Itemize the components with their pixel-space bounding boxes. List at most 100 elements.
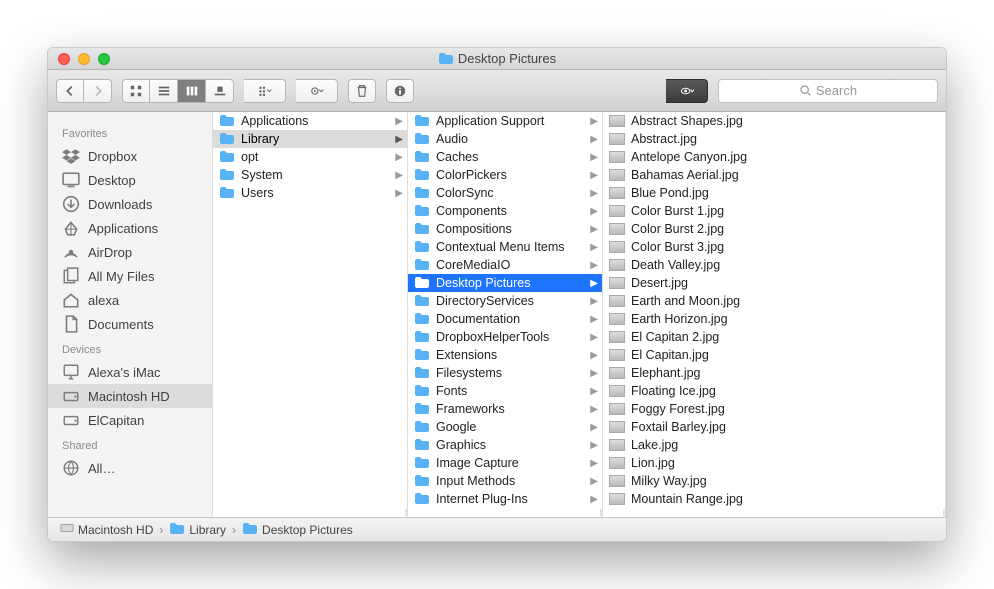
folder-item-components[interactable]: Components▶ bbox=[408, 202, 602, 220]
breadcrumb-library[interactable]: Library bbox=[169, 522, 226, 538]
folder-item-applications[interactable]: Applications▶ bbox=[213, 112, 407, 130]
list-view-button[interactable] bbox=[150, 79, 178, 103]
file-item-bahamas-aerial-jpg[interactable]: Bahamas Aerial.jpg bbox=[603, 166, 945, 184]
folder-item-filesystems[interactable]: Filesystems▶ bbox=[408, 364, 602, 382]
folder-item-image-capture[interactable]: Image Capture▶ bbox=[408, 454, 602, 472]
sidebar-item-alexa-s-imac[interactable]: Alexa's iMac bbox=[48, 360, 212, 384]
file-item-color-burst-2-jpg[interactable]: Color Burst 2.jpg bbox=[603, 220, 945, 238]
folder-item-desktop-pictures[interactable]: Desktop Pictures▶ bbox=[408, 274, 602, 292]
back-button[interactable] bbox=[56, 79, 84, 103]
file-item-el-capitan-jpg[interactable]: El Capitan.jpg bbox=[603, 346, 945, 364]
breadcrumb-desktop-pictures[interactable]: Desktop Pictures bbox=[242, 522, 353, 538]
get-info-button[interactable] bbox=[386, 79, 414, 103]
coverflow-view-button[interactable] bbox=[206, 79, 234, 103]
item-label: Applications bbox=[241, 114, 389, 128]
file-item-abstract-jpg[interactable]: Abstract.jpg bbox=[603, 130, 945, 148]
file-item-foggy-forest-jpg[interactable]: Foggy Forest.jpg bbox=[603, 400, 945, 418]
column-list[interactable]: Applications▶Library▶opt▶System▶Users▶ bbox=[213, 112, 407, 507]
breadcrumb-macintosh-hd[interactable]: Macintosh HD bbox=[60, 522, 153, 537]
file-item-death-valley-jpg[interactable]: Death Valley.jpg bbox=[603, 256, 945, 274]
item-label: Death Valley.jpg bbox=[631, 258, 941, 272]
column-resize-handle[interactable]: || bbox=[408, 507, 602, 517]
search-field[interactable]: Search bbox=[718, 79, 938, 103]
image-file-icon bbox=[609, 403, 625, 415]
columns-icon bbox=[185, 84, 199, 98]
sidebar-item-downloads[interactable]: Downloads bbox=[48, 192, 212, 216]
file-item-color-burst-3-jpg[interactable]: Color Burst 3.jpg bbox=[603, 238, 945, 256]
folder-item-system[interactable]: System▶ bbox=[213, 166, 407, 184]
file-item-lion-jpg[interactable]: Lion.jpg bbox=[603, 454, 945, 472]
item-label: System bbox=[241, 168, 389, 182]
sidebar-item-documents[interactable]: Documents bbox=[48, 312, 212, 336]
hdd-icon bbox=[60, 522, 74, 537]
file-item-floating-ice-jpg[interactable]: Floating Ice.jpg bbox=[603, 382, 945, 400]
item-label: Blue Pond.jpg bbox=[631, 186, 941, 200]
file-item-antelope-canyon-jpg[interactable]: Antelope Canyon.jpg bbox=[603, 148, 945, 166]
coverflow-icon bbox=[213, 84, 227, 98]
folder-item-colorsync[interactable]: ColorSync▶ bbox=[408, 184, 602, 202]
folder-icon bbox=[414, 186, 430, 200]
folder-item-extensions[interactable]: Extensions▶ bbox=[408, 346, 602, 364]
folder-icon bbox=[414, 132, 430, 146]
file-item-abstract-shapes-jpg[interactable]: Abstract Shapes.jpg bbox=[603, 112, 945, 130]
folder-item-compositions[interactable]: Compositions▶ bbox=[408, 220, 602, 238]
item-label: opt bbox=[241, 150, 389, 164]
folder-item-documentation[interactable]: Documentation▶ bbox=[408, 310, 602, 328]
folder-item-opt[interactable]: opt▶ bbox=[213, 148, 407, 166]
folder-item-contextual-menu-items[interactable]: Contextual Menu Items▶ bbox=[408, 238, 602, 256]
sidebar-item-dropbox[interactable]: Dropbox bbox=[48, 144, 212, 168]
folder-item-input-methods[interactable]: Input Methods▶ bbox=[408, 472, 602, 490]
folder-item-audio[interactable]: Audio▶ bbox=[408, 130, 602, 148]
folder-item-colorpickers[interactable]: ColorPickers▶ bbox=[408, 166, 602, 184]
file-item-earth-and-moon-jpg[interactable]: Earth and Moon.jpg bbox=[603, 292, 945, 310]
folder-item-internet-plug-ins[interactable]: Internet Plug-Ins▶ bbox=[408, 490, 602, 507]
file-item-lake-jpg[interactable]: Lake.jpg bbox=[603, 436, 945, 454]
column-list[interactable]: Abstract Shapes.jpgAbstract.jpgAntelope … bbox=[603, 112, 945, 507]
file-item-blue-pond-jpg[interactable]: Blue Pond.jpg bbox=[603, 184, 945, 202]
file-item-milky-way-jpg[interactable]: Milky Way.jpg bbox=[603, 472, 945, 490]
arrange-button[interactable] bbox=[244, 79, 286, 103]
file-item-elephant-jpg[interactable]: Elephant.jpg bbox=[603, 364, 945, 382]
view-mode-buttons bbox=[122, 79, 234, 103]
folder-icon bbox=[242, 522, 258, 538]
folder-item-fonts[interactable]: Fonts▶ bbox=[408, 382, 602, 400]
column-resize-handle[interactable]: || bbox=[213, 507, 407, 517]
icon-view-button[interactable] bbox=[122, 79, 150, 103]
folder-item-frameworks[interactable]: Frameworks▶ bbox=[408, 400, 602, 418]
sidebar-item-elcapitan[interactable]: ElCapitan bbox=[48, 408, 212, 432]
folder-item-users[interactable]: Users▶ bbox=[213, 184, 407, 202]
forward-button[interactable] bbox=[84, 79, 112, 103]
trash-button[interactable] bbox=[348, 79, 376, 103]
folder-item-library[interactable]: Library▶ bbox=[213, 130, 407, 148]
folder-item-google[interactable]: Google▶ bbox=[408, 418, 602, 436]
folder-item-graphics[interactable]: Graphics▶ bbox=[408, 436, 602, 454]
action-menu-button[interactable] bbox=[296, 79, 338, 103]
column-list[interactable]: Application Support▶Audio▶Caches▶ColorPi… bbox=[408, 112, 602, 507]
folder-item-coremediaio[interactable]: CoreMediaIO▶ bbox=[408, 256, 602, 274]
file-item-desert-jpg[interactable]: Desert.jpg bbox=[603, 274, 945, 292]
folder-item-caches[interactable]: Caches▶ bbox=[408, 148, 602, 166]
file-item-earth-horizon-jpg[interactable]: Earth Horizon.jpg bbox=[603, 310, 945, 328]
folder-item-directoryservices[interactable]: DirectoryServices▶ bbox=[408, 292, 602, 310]
sidebar-item-macintosh-hd[interactable]: Macintosh HD bbox=[48, 384, 212, 408]
chevron-right-icon: ▶ bbox=[590, 188, 598, 199]
sidebar-item-applications[interactable]: Applications bbox=[48, 216, 212, 240]
sidebar-item-all-[interactable]: All… bbox=[48, 456, 212, 480]
file-item-mountain-range-jpg[interactable]: Mountain Range.jpg bbox=[603, 490, 945, 507]
folder-icon bbox=[414, 366, 430, 380]
file-item-foxtail-barley-jpg[interactable]: Foxtail Barley.jpg bbox=[603, 418, 945, 436]
sidebar-item-all-my-files[interactable]: All My Files bbox=[48, 264, 212, 288]
sidebar-item-airdrop[interactable]: AirDrop bbox=[48, 240, 212, 264]
folder-item-application-support[interactable]: Application Support▶ bbox=[408, 112, 602, 130]
column-view-button[interactable] bbox=[178, 79, 206, 103]
column-resize-handle[interactable]: || bbox=[603, 507, 945, 517]
folder-item-dropboxhelpertools[interactable]: DropboxHelperTools▶ bbox=[408, 328, 602, 346]
file-item-el-capitan-2-jpg[interactable]: El Capitan 2.jpg bbox=[603, 328, 945, 346]
file-item-color-burst-1-jpg[interactable]: Color Burst 1.jpg bbox=[603, 202, 945, 220]
sidebar-item-label: Downloads bbox=[88, 197, 152, 212]
quicklook-button[interactable] bbox=[666, 79, 708, 103]
sidebar-item-label: Applications bbox=[88, 221, 158, 236]
sidebar-item-desktop[interactable]: Desktop bbox=[48, 168, 212, 192]
sidebar-item-alexa[interactable]: alexa bbox=[48, 288, 212, 312]
image-file-icon bbox=[609, 115, 625, 127]
